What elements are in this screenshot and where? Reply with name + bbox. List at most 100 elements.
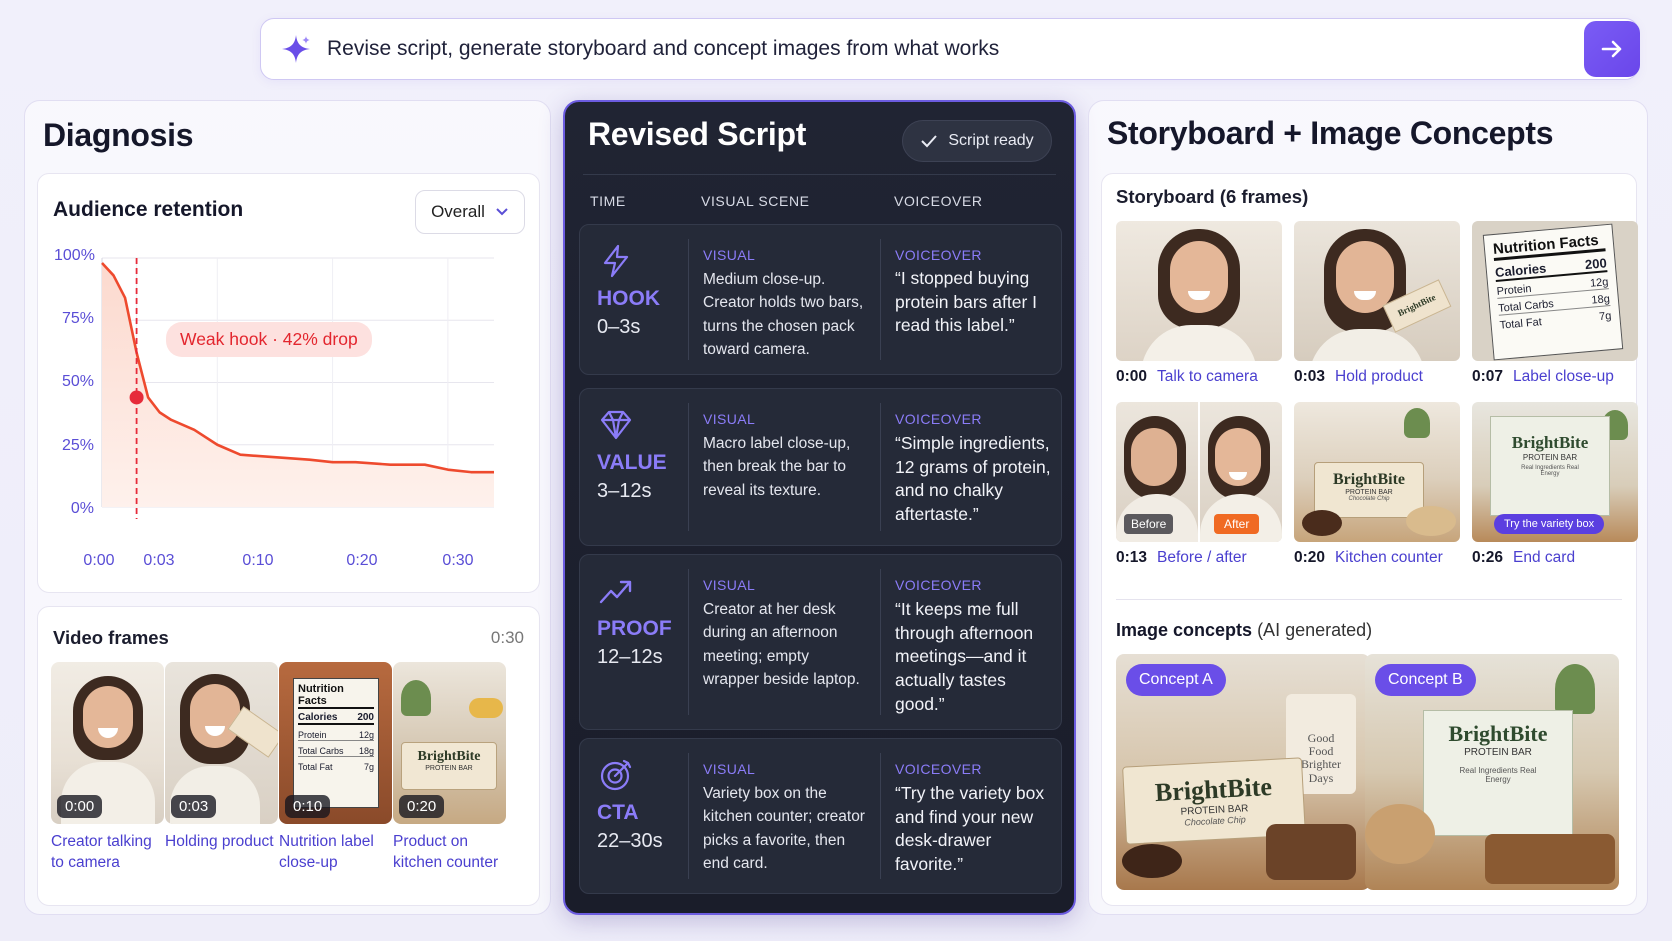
diamond-icon	[600, 410, 632, 440]
retention-card: Audience retention Overall 100% 75% 50% …	[37, 173, 540, 593]
calories-value: 200	[357, 712, 374, 723]
carbs-value: 18g	[1591, 293, 1611, 307]
divider	[688, 239, 689, 360]
visual-label: VISUAL	[703, 577, 756, 593]
frame-caption: Kitchen counter	[1335, 549, 1443, 566]
storyboard-frame[interactable]: Nutrition Facts Calories 200 Protein 12g T…	[1472, 221, 1638, 386]
video-frames-title: Video frames	[53, 627, 169, 648]
storyboard-frame[interactable]: BrightBite PROTEIN BAR Chocolate Chip 0:…	[1294, 402, 1460, 567]
column-header-time: TIME	[590, 193, 626, 209]
divider	[880, 753, 881, 879]
calories-label: Calories	[298, 712, 338, 723]
script-row-cta[interactable]: CTA 22–30s VISUAL Variety box on the kit…	[579, 738, 1062, 894]
row-label: CTA	[597, 801, 639, 824]
frame-caption: Before / after	[1157, 549, 1247, 566]
storyboard-card: Storyboard (6 frames) 0:00 Talk to camera…	[1101, 173, 1638, 906]
concept-label: Concept B	[1375, 664, 1476, 696]
concept-image[interactable]: BrightBite PROTEIN BAR Real Ingredients …	[1365, 654, 1619, 890]
prompt-input[interactable]: Revise script, generate storyboard and c…	[327, 37, 999, 61]
check-icon	[921, 135, 938, 148]
frame-caption: Nutrition label close-up	[279, 833, 374, 871]
brand-logo: BrightBite	[1511, 433, 1589, 452]
voiceover-text: “Try the variety box and find your new d…	[895, 783, 1045, 874]
frame-caption: Hold product	[1335, 368, 1423, 385]
fat-value: 7g	[1598, 310, 1612, 324]
carbs-label: Total Carbs	[298, 746, 344, 756]
row-time: 0–3s	[597, 316, 641, 338]
before-badge: Before	[1124, 514, 1174, 534]
drop-point	[129, 390, 144, 405]
column-header-visual: VISUAL SCENE	[701, 193, 810, 209]
frame-time: 0:26	[1472, 549, 1504, 566]
brand-logo: BrightBite	[1448, 721, 1548, 746]
visual-text: Macro label close-up, then break the bar…	[703, 435, 851, 499]
diagnosis-panel: Diagnosis Audience retention Overall 100…	[24, 100, 551, 915]
voiceover-text: “Simple ingredients, 12 grams of protein…	[895, 433, 1051, 524]
concept-label: Concept A	[1126, 664, 1226, 696]
script-row-hook[interactable]: HOOK 0–3s VISUAL Medium close-up. Creato…	[579, 224, 1062, 375]
video-frame[interactable]: Nutrition Facts Calories 200 Protein 12g T…	[279, 662, 392, 874]
box-tagline: Real Ingredients Real Energy	[1459, 766, 1537, 784]
storyboard-frame[interactable]: BrightBite 0:03 Hold product	[1294, 221, 1460, 386]
script-row-proof[interactable]: PROOF 12–12s VISUAL Creator at her desk …	[579, 554, 1062, 730]
prompt-bar[interactable]: Revise script, generate storyboard and c…	[260, 18, 1640, 80]
flavor-label: Chocolate Chip	[1348, 496, 1390, 502]
visual-text: Creator at her desk during an afternoon …	[703, 601, 860, 688]
calories-label: Calories	[1494, 260, 1547, 280]
sparkle-icon	[282, 35, 310, 63]
timestamp-badge: 0:10	[285, 795, 331, 818]
visual-label: VISUAL	[703, 247, 756, 263]
nutrition-title: Nutrition Facts	[298, 683, 374, 709]
product-label: PROTEIN BAR	[1345, 489, 1393, 496]
x-tick: 0:10	[242, 552, 274, 569]
storyboard-frame[interactable]: Before After 0:13 Before / after	[1116, 402, 1282, 567]
video-duration: 0:30	[490, 628, 524, 647]
divider	[880, 239, 881, 360]
visual-text: Medium close-up. Creator holds two bars,…	[703, 271, 864, 358]
frame-caption: Product on kitchen counter	[393, 833, 499, 871]
column-header-voiceover: VOICEOVER	[894, 193, 983, 209]
storyboard-frame[interactable]: BrightBite PROTEIN BAR Real Ingredients …	[1472, 402, 1638, 567]
storyboard-section-title: Storyboard (6 frames)	[1116, 186, 1309, 207]
video-frame[interactable]: 0:00 Creator talking to camera	[51, 662, 164, 874]
voiceover-text: “It keeps me full through afternoon meet…	[895, 599, 1034, 714]
target-icon	[600, 759, 632, 791]
product-label: PROTEIN BAR	[425, 765, 473, 772]
divider	[688, 753, 689, 879]
visual-text: Variety box on the kitchen counter; crea…	[703, 785, 865, 872]
frame-caption: End card	[1513, 549, 1576, 566]
frame-time: 0:00	[1116, 368, 1148, 385]
frame-caption: Talk to camera	[1157, 368, 1258, 385]
after-badge: After	[1214, 514, 1260, 534]
protein-label: Protein	[298, 730, 327, 740]
storyboard-title: Storyboard + Image Concepts	[1107, 115, 1554, 151]
fat-label: Total Fat	[1499, 316, 1543, 332]
revised-script-panel: Revised Script Script ready TIME VISUAL …	[563, 100, 1076, 915]
row-label: PROOF	[597, 617, 672, 640]
divider	[1116, 599, 1622, 600]
carbs-label: Total Carbs	[1497, 298, 1555, 315]
frame-time: 0:13	[1116, 549, 1148, 566]
storyboard-frame[interactable]: 0:00 Talk to camera	[1116, 221, 1282, 386]
divider	[880, 403, 881, 531]
product-label: PROTEIN BAR	[1464, 747, 1532, 758]
row-time: 22–30s	[597, 830, 663, 852]
image-concepts-title: Image concepts	[1116, 620, 1253, 640]
protein-value: 12g	[1589, 276, 1609, 290]
concept-image[interactable]: Good Food Brighter Days BrightBite PROTE…	[1116, 654, 1370, 890]
product-label: PROTEIN BAR	[1522, 453, 1578, 462]
row-label: HOOK	[597, 287, 660, 310]
x-tick: 0:20	[346, 552, 378, 569]
submit-button[interactable]	[1584, 21, 1640, 77]
voiceover-label: VOICEOVER	[895, 761, 982, 777]
image-concepts-heading: Image concepts (AI generated)	[1116, 620, 1372, 641]
diagnosis-title: Diagnosis	[43, 117, 194, 153]
weak-hook-annotation: Weak hook · 42% drop	[166, 322, 372, 357]
script-row-value[interactable]: VALUE 3–12s VISUAL Macro label close-up,…	[579, 388, 1062, 546]
frame-time: 0:03	[1294, 368, 1326, 385]
lightning-icon	[603, 244, 629, 278]
timestamp-badge: 0:00	[57, 795, 103, 818]
video-frame[interactable]: 0:03 Holding product	[165, 662, 278, 853]
frame-caption: Holding product	[165, 833, 274, 850]
video-frame[interactable]: BrightBite PROTEIN BAR 0:20 Product on k…	[393, 662, 506, 874]
